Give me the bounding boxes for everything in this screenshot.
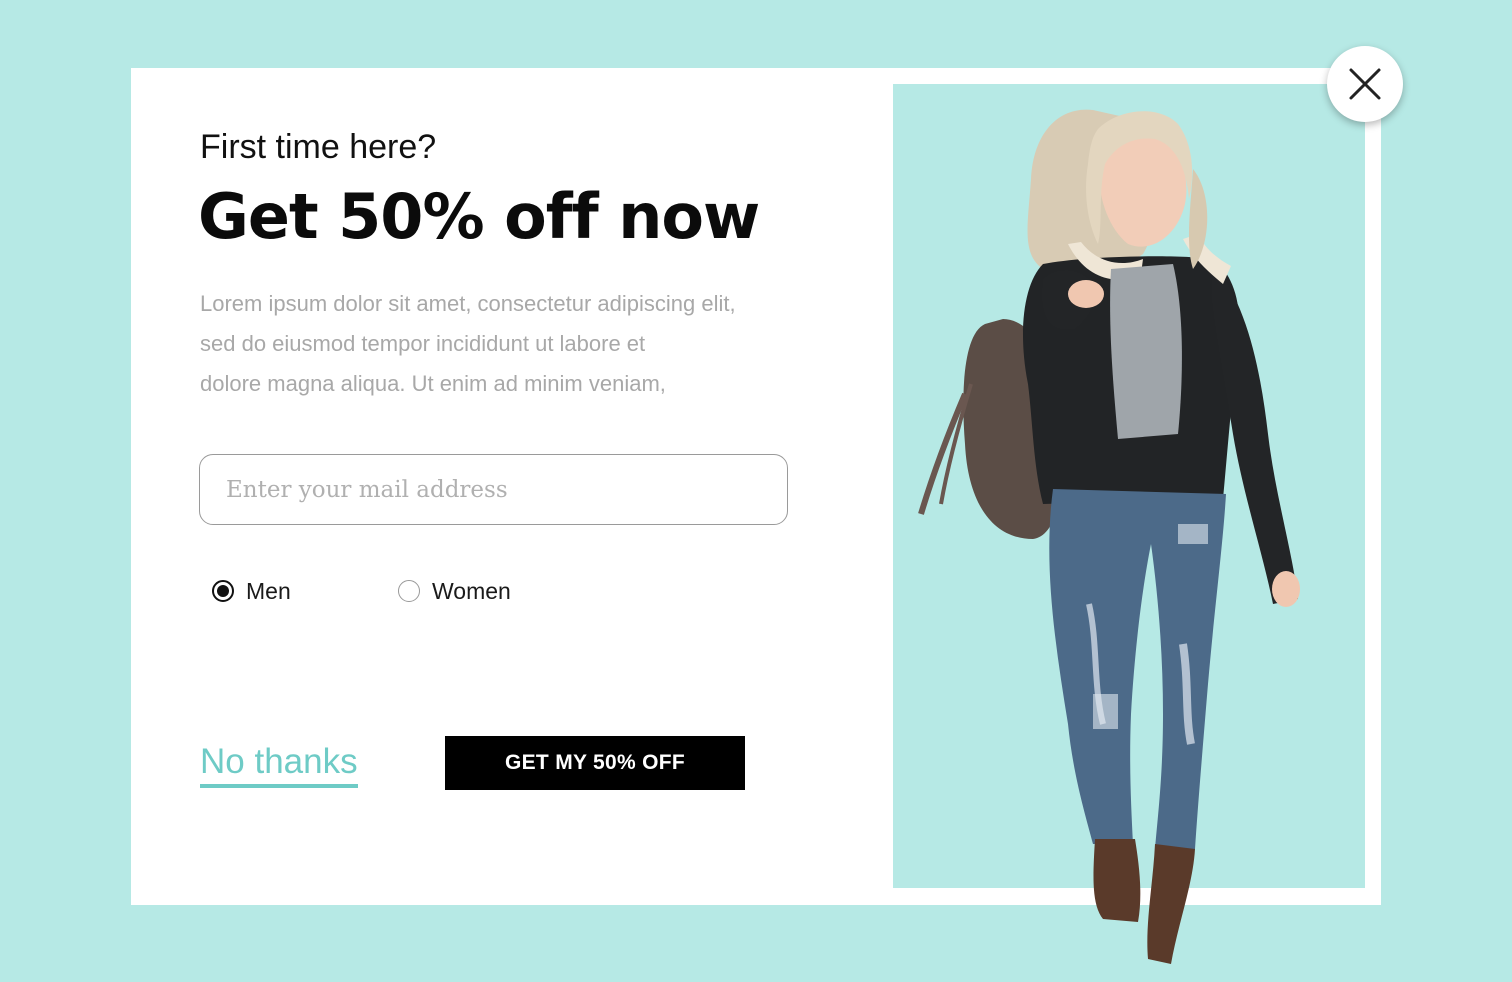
description-line: dolore magna aliqua. Ut enim ad minim ve…: [200, 371, 666, 396]
radio-button-selected[interactable]: [212, 580, 234, 602]
radio-button-unselected[interactable]: [398, 580, 420, 602]
popup-headline: Get 50% off now: [198, 180, 760, 253]
get-discount-button[interactable]: GET MY 50% OFF: [445, 736, 745, 790]
popup-description: Lorem ipsum dolor sit amet, consectetur …: [200, 284, 820, 404]
popup-subtitle: First time here?: [200, 128, 437, 166]
radio-men[interactable]: Men: [212, 576, 291, 606]
close-icon: [1349, 68, 1381, 100]
no-thanks-link[interactable]: No thanks: [200, 742, 358, 788]
email-input[interactable]: [199, 454, 788, 525]
woman-with-backpack-photo: [918, 109, 1300, 964]
description-line: Lorem ipsum dolor sit amet, consectetur …: [200, 291, 736, 316]
radio-label-women: Women: [432, 577, 511, 604]
close-button[interactable]: [1327, 46, 1403, 122]
radio-label-men: Men: [246, 577, 291, 604]
radio-women[interactable]: Women: [398, 576, 511, 606]
description-line: sed do eiusmod tempor incididunt ut labo…: [200, 331, 646, 356]
